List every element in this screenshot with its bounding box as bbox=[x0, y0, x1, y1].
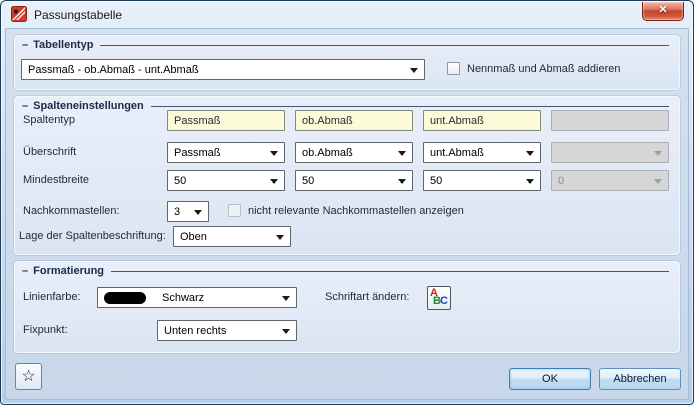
nachkommastellen-checkbox[interactable] bbox=[228, 204, 241, 217]
tabellentyp-select[interactable]: Passmaß - ob.Abmaß - unt.Abmaß bbox=[21, 59, 425, 80]
schriftart-button[interactable]: A B C bbox=[427, 286, 451, 310]
star-icon: ☆ bbox=[21, 368, 35, 385]
collapse-icon[interactable]: – bbox=[22, 100, 28, 112]
linienfarbe-label: Linienfarbe: bbox=[23, 291, 81, 303]
ok-button[interactable]: OK bbox=[509, 368, 591, 390]
section-tabellentyp: – Tabellentyp Passmaß - ob.Abmaß - unt.A… bbox=[14, 35, 680, 90]
ueberschrift-select-4 bbox=[551, 142, 669, 163]
tabellentyp-value: Passmaß - ob.Abmaß - unt.Abmaß bbox=[28, 64, 199, 76]
close-button[interactable]: ✕ bbox=[642, 2, 684, 21]
lage-label: Lage der Spaltenbeschriftung: bbox=[19, 230, 166, 242]
section-header-formatierung: – Formatierung bbox=[22, 265, 669, 277]
chevron-down-icon bbox=[526, 179, 534, 184]
fixpunkt-label: Fixpunkt: bbox=[23, 324, 68, 336]
chevron-down-icon bbox=[398, 179, 406, 184]
spaltentyp-row: Passmaß ob.Abmaß unt.Abmaß bbox=[167, 110, 669, 131]
nachkommastellen-select[interactable]: 3 bbox=[167, 201, 209, 222]
spaltentyp-input-3[interactable]: unt.Abmaß bbox=[423, 110, 541, 131]
nachkommastellen-checkbox-label: nicht relevante Nachkommastellen anzeige… bbox=[248, 205, 464, 217]
chevron-down-icon bbox=[282, 296, 290, 301]
chevron-down-icon bbox=[398, 151, 406, 156]
nachkommastellen-label: Nachkommastellen: bbox=[23, 205, 120, 217]
close-icon: ✕ bbox=[658, 4, 667, 16]
chevron-down-icon bbox=[654, 151, 662, 156]
mindestbreite-select-2[interactable]: 50 bbox=[295, 170, 413, 191]
favorites-button[interactable]: ☆ bbox=[15, 363, 42, 390]
chevron-down-icon bbox=[270, 179, 278, 184]
addieren-checkbox-row[interactable]: Nennmaß und Abmaß addieren bbox=[447, 62, 620, 75]
legend-line bbox=[151, 106, 669, 107]
mindestbreite-select-1[interactable]: 50 bbox=[167, 170, 285, 191]
ueberschrift-select-1[interactable]: Passmaß bbox=[167, 142, 285, 163]
spaltentyp-input-4 bbox=[551, 110, 669, 131]
section-header-tabellentyp: – Tabellentyp bbox=[22, 39, 669, 51]
ueberschrift-select-2[interactable]: ob.Abmaß bbox=[295, 142, 413, 163]
chevron-down-icon bbox=[410, 68, 418, 73]
titlebar[interactable]: Passungstabelle ✕ bbox=[1, 1, 693, 28]
section-title: Formatierung bbox=[33, 265, 104, 277]
schriftart-label: Schriftart ändern: bbox=[325, 291, 409, 303]
dialog-passungstabelle: Passungstabelle ✕ – Tabellentyp Passmaß … bbox=[0, 0, 694, 405]
mindestbreite-row: 50 50 50 0 bbox=[167, 170, 669, 191]
spaltentyp-input-2[interactable]: ob.Abmaß bbox=[295, 110, 413, 131]
collapse-icon[interactable]: – bbox=[22, 39, 28, 51]
ueberschrift-select-3[interactable]: unt.Abmaß bbox=[423, 142, 541, 163]
cancel-button[interactable]: Abbrechen bbox=[599, 368, 681, 390]
mindestbreite-select-4: 0 bbox=[551, 170, 669, 191]
chevron-down-icon bbox=[526, 151, 534, 156]
section-spalteneinstellungen: – Spalteneinstellungen Spaltentyp Passma… bbox=[14, 96, 680, 255]
spaltentyp-label: Spaltentyp bbox=[23, 114, 75, 126]
chevron-down-icon bbox=[276, 235, 284, 240]
chevron-down-icon bbox=[654, 179, 662, 184]
chevron-down-icon bbox=[270, 151, 278, 156]
spaltentyp-input-1[interactable]: Passmaß bbox=[167, 110, 285, 131]
addieren-checkbox[interactable] bbox=[447, 62, 460, 75]
legend-line bbox=[100, 45, 669, 46]
mindestbreite-label: Mindestbreite bbox=[23, 174, 89, 186]
section-formatierung: – Formatierung Linienfarbe: Schwarz Schr… bbox=[14, 261, 680, 353]
section-title: Tabellentyp bbox=[33, 39, 93, 51]
dialog-body: – Tabellentyp Passmaß - ob.Abmaß - unt.A… bbox=[5, 28, 689, 400]
legend-line bbox=[111, 271, 669, 272]
section-title: Spalteneinstellungen bbox=[33, 100, 144, 112]
ueberschrift-label: Überschrift bbox=[23, 146, 76, 158]
nachkommastellen-checkbox-row[interactable]: nicht relevante Nachkommastellen anzeige… bbox=[228, 204, 464, 217]
window-title: Passungstabelle bbox=[34, 8, 122, 22]
linienfarbe-value: Schwarz bbox=[162, 292, 204, 304]
linienfarbe-select[interactable]: Schwarz bbox=[97, 287, 297, 308]
fixpunkt-select[interactable]: Unten rechts bbox=[157, 320, 297, 341]
color-swatch bbox=[104, 292, 146, 304]
mindestbreite-select-3[interactable]: 50 bbox=[423, 170, 541, 191]
app-icon bbox=[11, 6, 27, 22]
lage-select[interactable]: Oben bbox=[173, 226, 291, 247]
ueberschrift-row: Passmaß ob.Abmaß unt.Abmaß bbox=[167, 142, 669, 163]
addieren-checkbox-label: Nennmaß und Abmaß addieren bbox=[467, 63, 620, 75]
chevron-down-icon bbox=[282, 329, 290, 334]
collapse-icon[interactable]: – bbox=[22, 265, 28, 277]
chevron-down-icon bbox=[194, 210, 202, 215]
